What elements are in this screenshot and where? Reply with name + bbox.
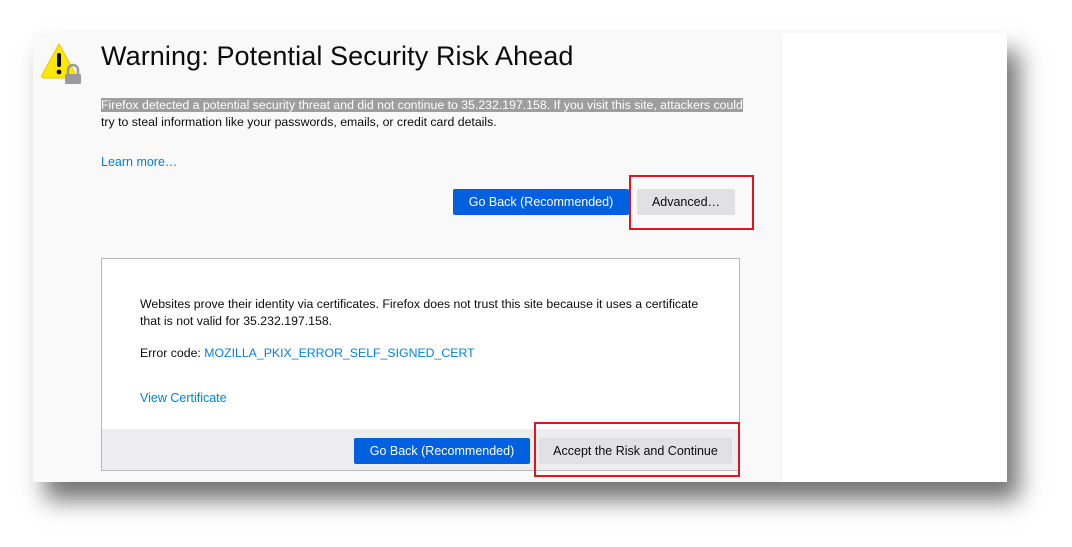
error-code-line: Error code: MOZILLA_PKIX_ERROR_SELF_SIGN… bbox=[140, 346, 475, 360]
highlighted-description: Firefox detected a potential security th… bbox=[101, 98, 743, 112]
warning-description: Firefox detected a potential security th… bbox=[101, 97, 746, 131]
view-certificate-link[interactable]: View Certificate bbox=[140, 391, 227, 405]
highlight-box-advanced bbox=[629, 175, 754, 230]
page-title: Warning: Potential Security Risk Ahead bbox=[101, 41, 574, 71]
go-back-button-panel[interactable]: Go Back (Recommended) bbox=[354, 438, 530, 464]
blank-area bbox=[782, 33, 1007, 482]
certificate-explanation: Websites prove their identity via certif… bbox=[140, 297, 699, 328]
description-rest: try to steal information like your passw… bbox=[101, 115, 497, 129]
go-back-button[interactable]: Go Back (Recommended) bbox=[453, 189, 629, 215]
warning-triangle-lock-icon bbox=[41, 43, 81, 84]
error-code-link[interactable]: MOZILLA_PKIX_ERROR_SELF_SIGNED_CERT bbox=[204, 346, 474, 360]
highlight-box-accept bbox=[534, 422, 740, 477]
error-code-label: Error code: bbox=[140, 346, 201, 360]
learn-more-link[interactable]: Learn more… bbox=[101, 155, 177, 169]
